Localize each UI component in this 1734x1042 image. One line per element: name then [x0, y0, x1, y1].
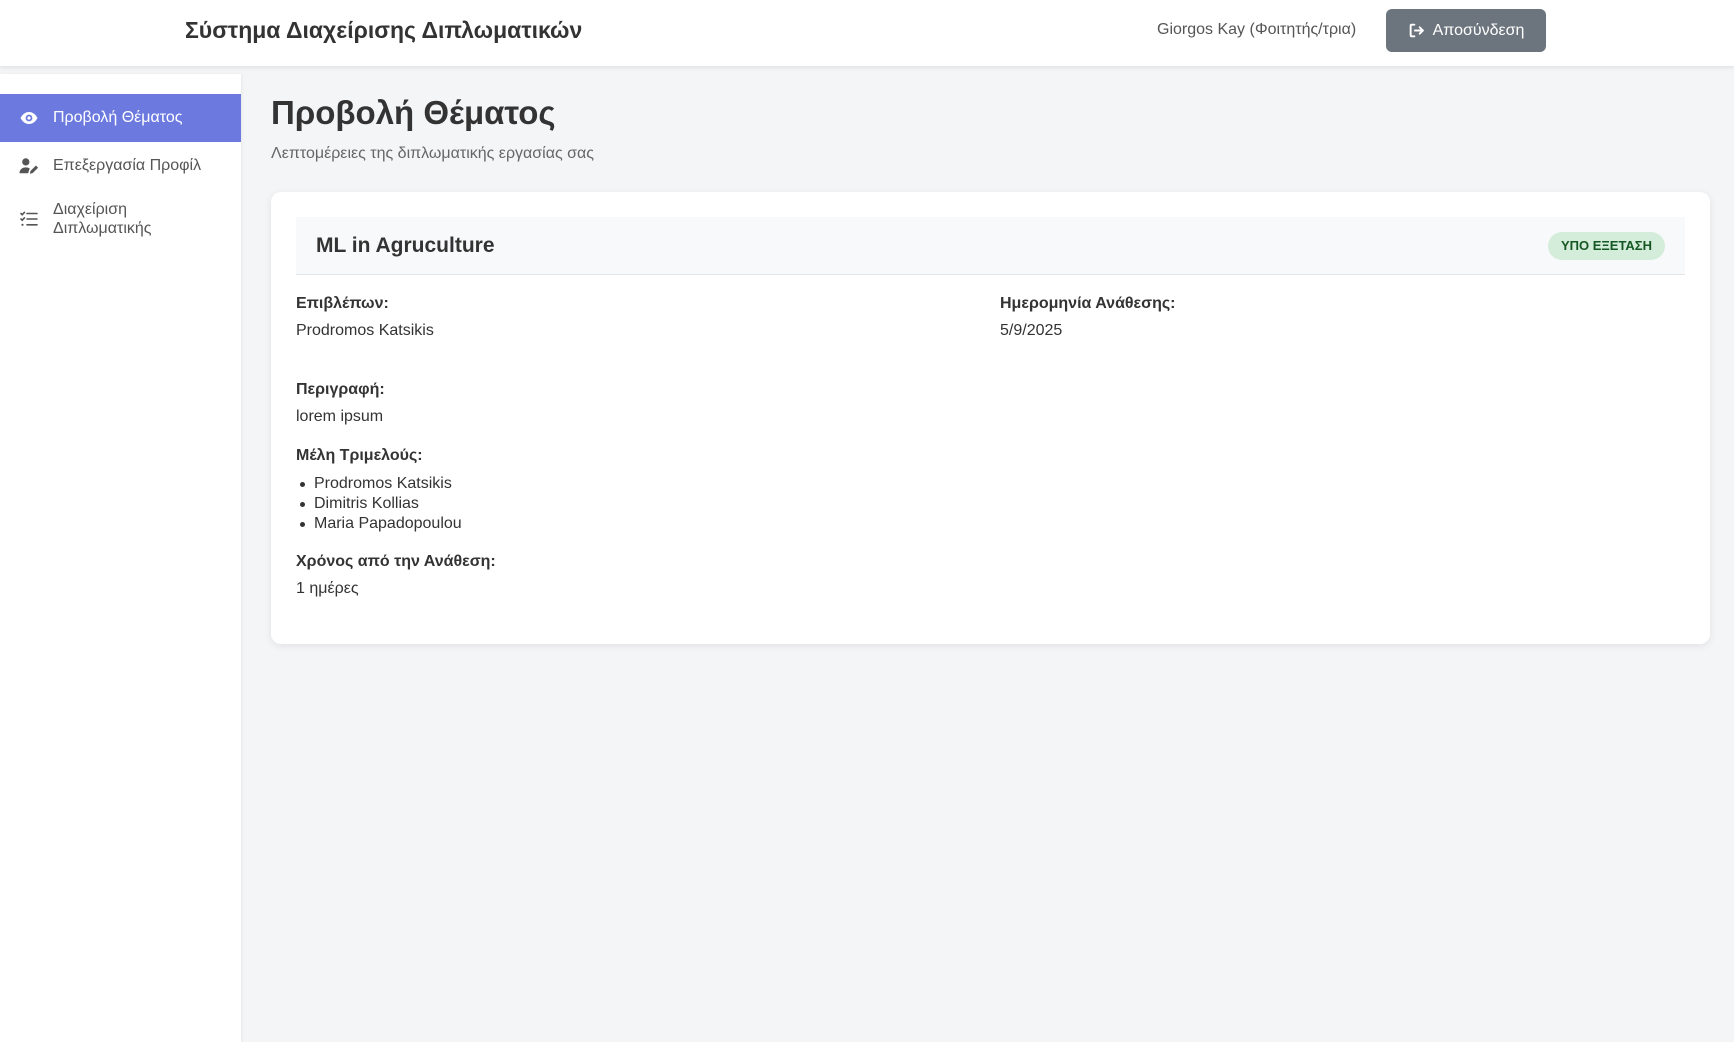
page-title: Προβολή Θέματος — [271, 94, 556, 131]
description-value: lorem ipsum — [296, 408, 384, 425]
sidebar-item-label: Προβολή Θέματος — [53, 109, 183, 126]
eye-icon — [19, 108, 39, 128]
elapsed-time-label: Χρόνος από την Ανάθεση: — [296, 553, 496, 570]
main-content: Προβολή Θέματος Λεπτομέρειες της διπλωμα… — [241, 66, 1734, 1042]
sidebar-item-edit-profile[interactable]: Επεξεργασία Προφίλ — [0, 142, 241, 190]
logout-label: Αποσύνδεση — [1432, 21, 1525, 39]
thesis-card: ML in Agruculture ΥΠΟ ΕΞΕΤΑΣΗ Επιβλέπων:… — [271, 192, 1710, 644]
list-item: Maria Papadopoulou — [296, 514, 462, 534]
page-subtitle: Λεπτομέρειες της διπλωματικής εργασίας σ… — [271, 145, 594, 162]
sign-out-icon — [1408, 22, 1425, 39]
tasks-list-icon — [19, 209, 39, 229]
assigned-date-label: Ημερομηνία Ανάθεσης: — [1000, 295, 1176, 312]
thesis-title: ML in Agruculture — [316, 234, 495, 257]
list-item: Prodromos Katsikis — [296, 474, 462, 494]
user-edit-icon — [19, 156, 39, 176]
sidebar-item-label: Επεξεργασία Προφίλ — [53, 157, 202, 174]
committee-label: Μέλη Τριμελούς: — [296, 447, 423, 464]
current-user-name: Giorgos Kay (Φοιτητής/τρια) — [1157, 21, 1357, 38]
committee-list: Prodromos Katsikis Dimitris Kollias Mari… — [296, 474, 462, 534]
list-item: Dimitris Kollias — [296, 494, 462, 514]
logout-button[interactable]: Αποσύνδεση — [1386, 9, 1546, 52]
assigned-date-value: 5/9/2025 — [1000, 322, 1063, 339]
sidebar: Προβολή Θέματος Επεξεργασία Προφίλ Διαχε… — [0, 74, 241, 1042]
thesis-card-header: ML in Agruculture ΥΠΟ ΕΞΕΤΑΣΗ — [296, 217, 1685, 275]
supervisor-label: Επιβλέπων: — [296, 295, 389, 312]
top-header: Σύστημα Διαχείρισης Διπλωματικών Giorgos… — [0, 0, 1734, 66]
sidebar-item-label: Διαχείριση Διπλωματικής — [53, 201, 152, 237]
status-badge: ΥΠΟ ΕΞΕΤΑΣΗ — [1547, 232, 1665, 260]
description-label: Περιγραφή: — [296, 381, 385, 398]
sidebar-item-view-topic[interactable]: Προβολή Θέματος — [0, 94, 241, 142]
supervisor-value: Prodromos Katsikis — [296, 322, 434, 339]
sidebar-item-manage-thesis[interactable]: Διαχείριση Διπλωματικής — [0, 196, 241, 242]
elapsed-time-value: 1 ημέρες — [296, 580, 359, 597]
app-title: Σύστημα Διαχείρισης Διπλωματικών — [185, 17, 583, 43]
